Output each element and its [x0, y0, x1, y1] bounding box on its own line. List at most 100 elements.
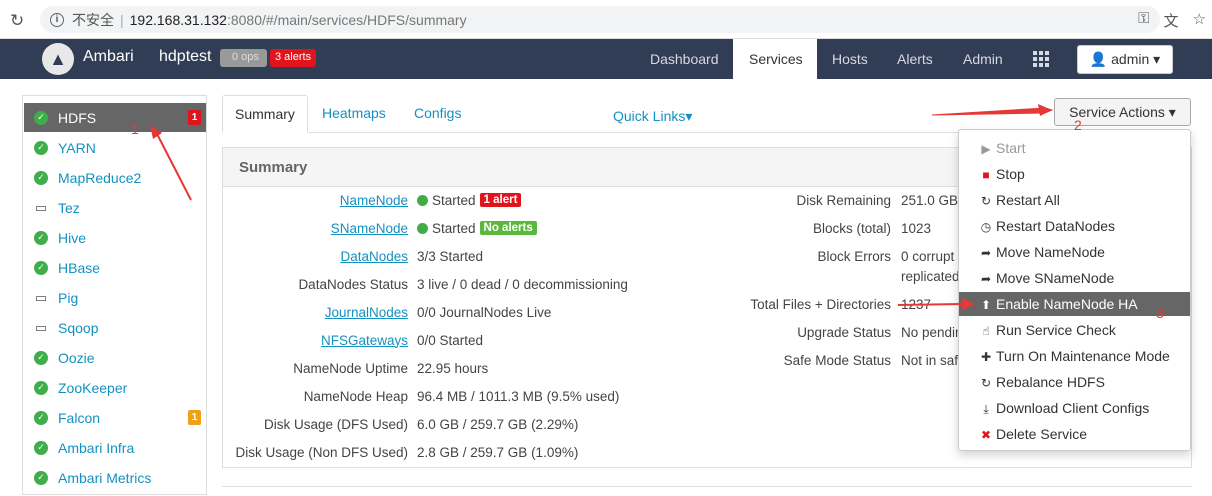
menu-item-delete-service[interactable]: ✖ Delete Service — [959, 422, 1190, 446]
check-circle-icon: ✓ — [34, 470, 48, 485]
tab-summary[interactable]: Summary — [222, 95, 308, 133]
quick-links-dropdown[interactable]: Quick Links▾ — [613, 108, 692, 125]
cluster-name[interactable]: hdptest — [159, 48, 211, 66]
sidebar-item-hdfs[interactable]: ✓ HDFS 1 — [24, 103, 206, 132]
component-link[interactable]: NFSGateways — [321, 333, 408, 348]
menu-item-move-snamenode[interactable]: ➦ Move SNameNode — [959, 266, 1190, 290]
menu-item-stop[interactable]: ■ Stop — [959, 162, 1190, 186]
sidebar-item-pig[interactable]: ▭ Pig — [24, 283, 206, 312]
sidebar-item-label: HDFS — [58, 109, 97, 126]
summary-label: NameNode Uptime — [293, 360, 408, 376]
summary-key-1[interactable]: SNameNode — [222, 218, 408, 238]
menu-item-label: Start — [996, 140, 1026, 156]
nav-alerts[interactable]: Alerts — [881, 39, 949, 79]
summary-right-key-2: Block Errors — [700, 246, 891, 266]
summary-value-text: No pendin — [901, 324, 963, 340]
star-icon[interactable]: ☆ — [1193, 10, 1206, 31]
check-circle-icon — [417, 194, 428, 206]
sidebar-item-zookeeper[interactable]: ✓ ZooKeeper — [24, 373, 206, 402]
nav-admin[interactable]: Admin — [947, 39, 1019, 79]
component-link[interactable]: SNameNode — [331, 221, 408, 236]
menu-item-restart-datanodes[interactable]: ◷ Restart DataNodes — [959, 214, 1190, 238]
menu-item-rebalance-hdfs[interactable]: ↻ Rebalance HDFS — [959, 370, 1190, 394]
summary-key-3: DataNodes Status — [222, 274, 408, 294]
summary-label: Disk Usage (DFS Used) — [263, 416, 408, 432]
service-tabs: Summary Heatmaps Configs — [222, 95, 1192, 133]
address-bar[interactable]: i 不安全 | 192.168.31.132:8080/#/main/servi… — [40, 6, 1160, 33]
alert-tag[interactable]: No alerts — [479, 221, 537, 235]
alert-count-badge[interactable]: 1 — [188, 410, 201, 425]
summary-value-text: Started — [432, 220, 476, 236]
nav-hosts[interactable]: Hosts — [816, 39, 884, 79]
summary-key-2[interactable]: DataNodes — [222, 246, 408, 266]
info-icon[interactable]: i — [50, 12, 64, 27]
component-link[interactable]: NameNode — [340, 193, 408, 208]
service-actions-menu: ▶ Start ■ Stop ↻ Restart All ◷ Restart DataNode… — [958, 129, 1191, 451]
sidebar-item-tez[interactable]: ▭ Tez — [24, 193, 206, 222]
views-grid-icon[interactable] — [1033, 51, 1051, 67]
component-link[interactable]: DataNodes — [340, 249, 408, 264]
translate-icon[interactable]: 文 — [1164, 10, 1179, 31]
menu-item-label: Move SNameNode — [996, 270, 1115, 286]
tab-heatmaps[interactable]: Heatmaps — [310, 95, 398, 133]
menu-item-run-service-check[interactable]: ☝ Run Service Check — [959, 318, 1190, 342]
browser-toolbar: ↻ i 不安全 | 192.168.31.132:8080/#/main/ser… — [0, 0, 1212, 39]
download-icon: ⤓ — [983, 402, 989, 416]
sidebar-item-ambari-infra[interactable]: ✓ Ambari Infra — [24, 433, 206, 462]
menu-item-turn-on-maintenance-mode[interactable]: ✚ Turn On Maintenance Mode — [959, 344, 1190, 368]
summary-value-0: Started 1 alert — [417, 190, 522, 210]
menu-item-start[interactable]: ▶ Start — [959, 136, 1190, 160]
ops-badge[interactable]: 0 ops — [220, 49, 267, 67]
sidebar-item-falcon[interactable]: ✓ Falcon 1 — [24, 403, 206, 432]
alert-count-badge[interactable]: 1 — [188, 110, 201, 125]
nav-dashboard[interactable]: Dashboard — [634, 39, 735, 79]
sidebar-item-label: Falcon — [58, 409, 101, 426]
ambari-logo-icon[interactable]: ▲ — [42, 43, 74, 75]
menu-item-restart-all[interactable]: ↻ Restart All — [959, 188, 1190, 212]
annotation-number-3: 3 — [1156, 305, 1164, 321]
sidebar-item-yarn[interactable]: ✓ YARN — [24, 133, 206, 162]
key-icon[interactable]: ⚿ — [1138, 10, 1149, 31]
sidebar-item-sqoop[interactable]: ▭ Sqoop — [24, 313, 206, 342]
summary-value-1: Started No alerts — [417, 218, 537, 238]
summary-key-4[interactable]: JournalNodes — [222, 302, 408, 322]
summary-key-0[interactable]: NameNode — [222, 190, 408, 210]
check-circle-icon: ✓ — [34, 140, 48, 155]
menu-item-download-client-configs[interactable]: ⤓ Download Client Configs — [959, 396, 1190, 420]
nav-services[interactable]: Services — [733, 39, 817, 79]
alert-tag[interactable]: 1 alert — [479, 193, 522, 207]
top-navbar: ▲ Ambari hdptest 0 ops 3 alerts Dashboar… — [0, 39, 1212, 79]
sidebar-item-hbase[interactable]: ✓ HBase — [24, 253, 206, 282]
user-menu-button[interactable]: 👤 admin ▾ — [1077, 45, 1173, 74]
share-icon: ➦ — [980, 272, 992, 286]
check-circle-icon: ✓ — [34, 110, 48, 125]
menu-item-move-namenode[interactable]: ➦ Move NameNode — [959, 240, 1190, 264]
sidebar-item-label: ZooKeeper — [58, 379, 128, 396]
clock-icon: ◷ — [980, 220, 992, 234]
summary-right-value-4: No pendin — [901, 322, 963, 342]
summary-value-text: 0/0 JournalNodes Live — [417, 304, 552, 320]
alerts-badge[interactable]: 3 alerts — [270, 49, 317, 67]
summary-value-text: 1023 — [901, 220, 932, 236]
reload-icon[interactable]: ↻ — [10, 11, 24, 31]
summary-label: DataNodes Status — [298, 276, 408, 292]
summary-key-6: NameNode Uptime — [222, 358, 408, 378]
component-link[interactable]: JournalNodes — [325, 305, 408, 320]
summary-label: Disk Usage (Non DFS Used) — [235, 444, 408, 460]
stop-icon: ■ — [982, 168, 990, 182]
menu-item-label: Stop — [996, 166, 1025, 182]
check-circle-icon: ✓ — [34, 230, 48, 245]
check-circle-icon: ✓ — [34, 170, 48, 185]
summary-value-text: 1237 — [901, 296, 932, 312]
summary-value-8: 6.0 GB / 259.7 GB (2.29%) — [417, 414, 578, 434]
sidebar-item-ambari-metrics[interactable]: ✓ Ambari Metrics — [24, 463, 206, 492]
sidebar-item-hive[interactable]: ✓ Hive — [24, 223, 206, 252]
sidebar-item-oozie[interactable]: ✓ Oozie — [24, 343, 206, 372]
summary-key-5[interactable]: NFSGateways — [222, 330, 408, 350]
summary-label: Safe Mode Status — [783, 352, 891, 368]
sidebar-item-label: MapReduce2 — [58, 169, 142, 186]
tab-configs[interactable]: Configs — [402, 95, 473, 133]
remove-icon: ✖ — [980, 428, 992, 442]
sidebar-item-mapreduce2[interactable]: ✓ MapReduce2 — [24, 163, 206, 192]
brand-name[interactable]: Ambari — [83, 48, 134, 66]
